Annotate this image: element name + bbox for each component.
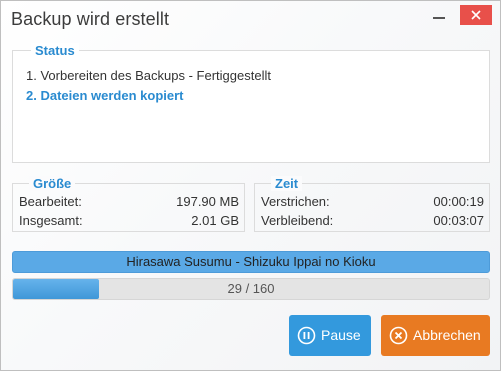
status-legend: Status bbox=[31, 43, 79, 58]
cancel-circle-icon bbox=[389, 326, 408, 345]
pause-label: Pause bbox=[321, 327, 361, 343]
time-legend: Zeit bbox=[271, 176, 303, 191]
remaining-value: 00:03:07 bbox=[433, 213, 484, 228]
progress-count: 29 / 160 bbox=[227, 281, 275, 296]
size-panel: Größe Bearbeitet: 197.90 MB Insgesamt: 2… bbox=[12, 176, 245, 232]
time-remaining-row: Verbleibend: 00:03:07 bbox=[255, 213, 489, 229]
progress-bar: 29 / 160 bbox=[12, 278, 490, 300]
status-step-2: 2. Dateien werden kopiert bbox=[26, 88, 184, 103]
pause-circle-icon bbox=[297, 326, 316, 345]
elapsed-label: Verstrichen: bbox=[261, 194, 330, 209]
current-file-bar: Hirasawa Susumu - Shizuku Ippai no Kioku bbox=[12, 251, 490, 273]
cancel-button[interactable]: Abbrechen bbox=[381, 315, 490, 356]
elapsed-value: 00:00:19 bbox=[433, 194, 484, 209]
size-total-row: Insgesamt: 2.01 GB bbox=[13, 213, 244, 229]
remaining-label: Verbleibend: bbox=[261, 213, 334, 228]
backup-dialog: Backup wird erstellt Status 1. Vorbereit… bbox=[0, 0, 501, 371]
status-panel: Status 1. Vorbereiten des Backups - Fert… bbox=[12, 43, 490, 163]
processed-value: 197.90 MB bbox=[176, 194, 239, 209]
total-label: Insgesamt: bbox=[19, 213, 83, 228]
size-processed-row: Bearbeitet: 197.90 MB bbox=[13, 194, 244, 210]
window-title: Backup wird erstellt bbox=[11, 9, 170, 29]
minimize-button[interactable] bbox=[429, 5, 449, 25]
pause-button[interactable]: Pause bbox=[289, 315, 371, 356]
cancel-label: Abbrechen bbox=[413, 327, 481, 343]
size-legend: Größe bbox=[29, 176, 76, 191]
title-bar: Backup wird erstellt bbox=[1, 1, 500, 39]
time-panel: Zeit Verstrichen: 00:00:19 Verbleibend: … bbox=[254, 176, 490, 232]
close-button[interactable] bbox=[460, 5, 492, 25]
close-icon bbox=[471, 10, 481, 20]
status-step-1: 1. Vorbereiten des Backups - Fertiggeste… bbox=[26, 68, 271, 83]
minimize-icon bbox=[433, 17, 445, 19]
time-elapsed-row: Verstrichen: 00:00:19 bbox=[255, 194, 489, 210]
total-value: 2.01 GB bbox=[191, 213, 239, 228]
processed-label: Bearbeitet: bbox=[19, 194, 82, 209]
